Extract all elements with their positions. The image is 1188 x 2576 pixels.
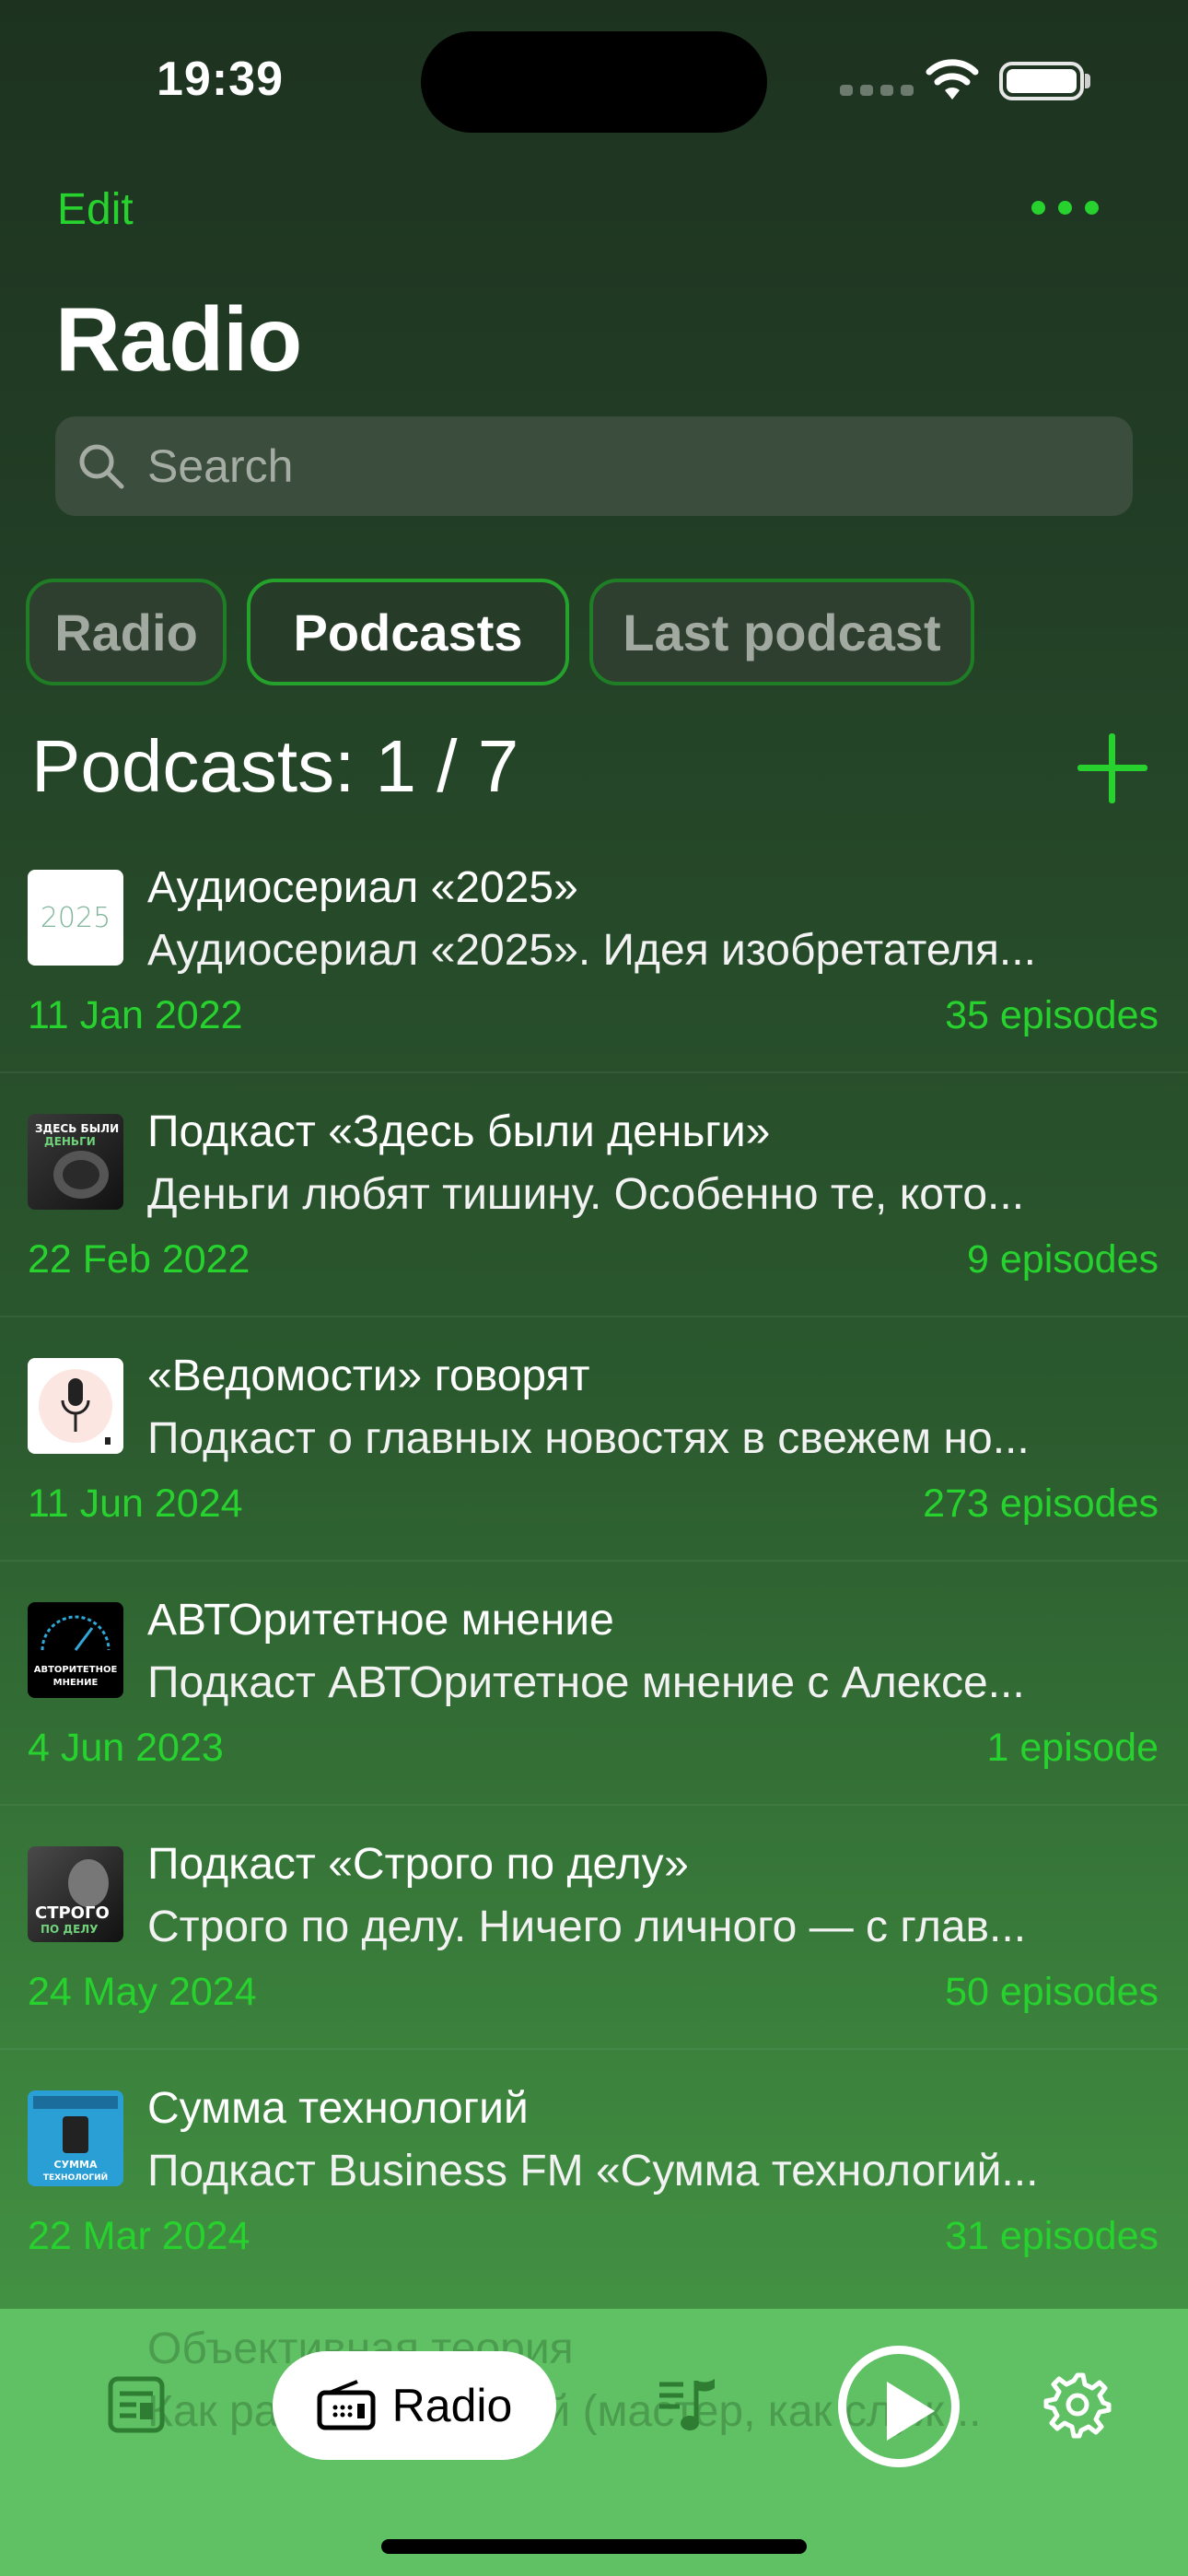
podcast-episodes: 273 episodes [923, 1481, 1159, 1526]
podcast-title: Подкаст «Строго по делу» [147, 1840, 689, 1889]
podcast-date: 22 Feb 2022 [28, 1237, 250, 1282]
svg-text:СТРОГО: СТРОГО [35, 1903, 110, 1923]
svg-text:АВТОРИТЕТНОЕ: АВТОРИТЕТНОЕ [34, 1665, 118, 1675]
podcast-date: 11 Jun 2024 [28, 1481, 243, 1526]
podcast-title: АВТОритетное мнение [147, 1596, 614, 1645]
home-indicator [381, 2539, 807, 2554]
podcast-date: 22 Mar 2024 [28, 2214, 250, 2258]
podcast-title: Сумма технологий [147, 2084, 529, 2133]
podcast-description: Подкаст АВТОритетное мнение с Алексе... [147, 1658, 1025, 1707]
tab-radio-label: Radio [391, 2380, 513, 2431]
svg-text:ТЕХНОЛОГИЙ: ТЕХНОЛОГИЙ [43, 2172, 108, 2183]
podcast-row-money[interactable]: ЗДЕСЬ БЫЛИ ДЕНЬГИ Подкаст «Здесь были де… [0, 1073, 1188, 1317]
svg-text:ДЕНЬГИ: ДЕНЬГИ [44, 1135, 96, 1148]
podcast-date: 24 May 2024 [28, 1970, 257, 2014]
podcast-description: Аудиосериал «2025». Идея изобретателя... [147, 926, 1036, 975]
dynamic-island [421, 31, 767, 133]
podcast-title: Подкаст «Здесь были деньги» [147, 1107, 771, 1156]
wifi-icon [926, 59, 979, 100]
podcast-cover: 2025 [28, 870, 123, 966]
add-podcast-button[interactable] [1077, 733, 1147, 803]
podcast-cover: АВТОРИТЕТНОЕ МНЕНИЕ [28, 1602, 123, 1698]
podcasts-count: Podcasts: 1 / 7 [31, 725, 519, 807]
podcast-description: Подкаст о главных новостях в свежем но..… [147, 1414, 1030, 1463]
play-button[interactable] [838, 2346, 960, 2467]
more-options-icon[interactable] [1031, 201, 1099, 215]
podcast-row-strogo[interactable]: СТРОГО ПО ДЕЛУ Подкаст «Строго по делу» … [0, 1806, 1188, 2050]
podcast-title: «Ведомости» говорят [147, 1352, 590, 1400]
search-field[interactable] [55, 416, 1133, 516]
radio-icon [317, 2380, 376, 2430]
podcast-episodes: 1 episode [986, 1726, 1159, 1770]
svg-text:ПО ДЕЛУ: ПО ДЕЛУ [41, 1923, 99, 1936]
podcast-cover [28, 1358, 123, 1454]
news-icon[interactable] [107, 2375, 166, 2434]
svg-text:МНЕНИЕ: МНЕНИЕ [53, 1678, 99, 1688]
podcast-title: Аудиосериал «2025» [147, 863, 578, 912]
podcast-episodes: 31 episodes [945, 2214, 1159, 2258]
podcast-date: 4 Jun 2023 [28, 1726, 224, 1770]
podcast-description: Строго по делу. Ничего личного — с глав.… [147, 1903, 1027, 1951]
status-time: 19:39 [157, 53, 284, 106]
battery-tip [1085, 74, 1090, 88]
podcast-description: Подкаст Business FM «Сумма технологий... [147, 2147, 1039, 2195]
podcast-date: 11 Jan 2022 [28, 993, 243, 1037]
podcast-row-summa[interactable]: СУММА ТЕХНОЛОГИЙ Сумма технологий Подкас… [0, 2050, 1188, 2294]
podcast-cover: СУММА ТЕХНОЛОГИЙ [28, 2090, 123, 2186]
podcast-description: Деньги любят тишину. Особенно те, кото..… [147, 1170, 1025, 1219]
podcast-row-vedomosti[interactable]: «Ведомости» говорят Подкаст о главных но… [0, 1317, 1188, 1562]
edit-button[interactable]: Edit [57, 184, 134, 235]
podcast-episodes: 50 episodes [945, 1970, 1159, 2014]
podcast-cover: СТРОГО ПО ДЕЛУ [28, 1846, 123, 1942]
svg-text:СУММА: СУММА [54, 2159, 98, 2171]
svg-text:ЗДЕСЬ БЫЛИ: ЗДЕСЬ БЫЛИ [35, 1122, 119, 1135]
battery-icon [999, 62, 1084, 100]
search-icon [79, 444, 124, 489]
podcast-row-avtoritetnoe[interactable]: АВТОРИТЕТНОЕ МНЕНИЕ АВТОритетное мнение … [0, 1562, 1188, 1806]
settings-gear-icon[interactable] [1042, 2370, 1112, 2440]
podcast-episodes: 35 episodes [945, 993, 1159, 1037]
podcast-episodes: 9 episodes [967, 1237, 1159, 1282]
playlist-music-icon[interactable] [656, 2375, 720, 2434]
search-input[interactable] [147, 439, 976, 493]
podcast-cover: ЗДЕСЬ БЫЛИ ДЕНЬГИ [28, 1114, 123, 1210]
podcast-row-2025[interactable]: 2025 Аудиосериал «2025» Аудиосериал «202… [0, 829, 1188, 1073]
podcast-list: 2025 Аудиосериал «2025» Аудиосериал «202… [0, 829, 1188, 2294]
tab-radio-active[interactable]: Radio [273, 2351, 556, 2460]
svg-text:2025: 2025 [41, 902, 111, 934]
segment-last-podcast[interactable]: Last podcast [589, 579, 974, 685]
segment-radio[interactable]: Radio [26, 579, 227, 685]
segment-podcasts[interactable]: Podcasts [247, 579, 569, 685]
cellular-signal-icon [840, 85, 914, 96]
page-title: Radio [55, 288, 302, 390]
